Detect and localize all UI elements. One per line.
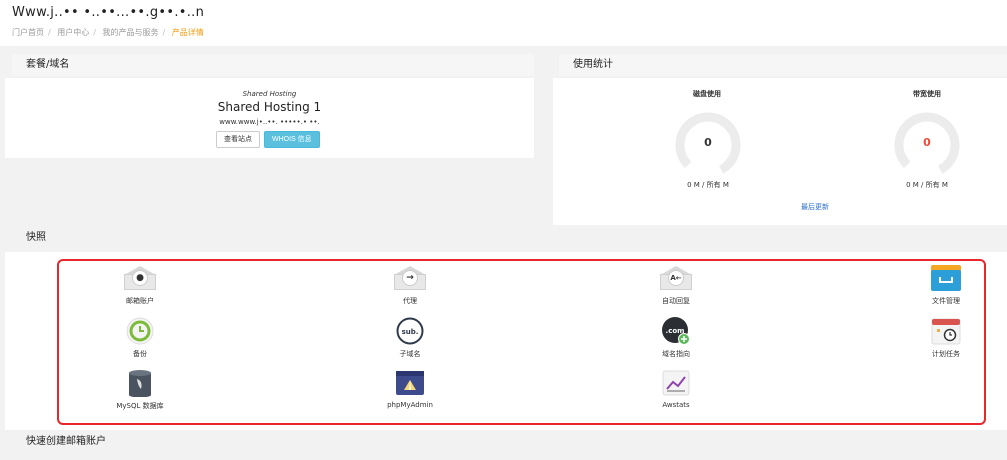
quick-create-heading: 快速创建邮箱账户	[26, 436, 106, 447]
breadcrumb-current: 产品详情	[171, 28, 204, 37]
shortcut-label: 邮箱账户	[126, 297, 154, 305]
shortcut-label: 域名指向	[662, 350, 690, 358]
bandwidth-usage-value: 0	[923, 136, 931, 149]
shortcut-cron-jobs[interactable]: 计划任务	[886, 318, 1006, 359]
shortcut-label: phpMyAdmin	[387, 401, 433, 409]
page-header: Www.j..•• •..••...••.g••.•..n 门户首页 / 用户中心…	[0, 0, 1007, 46]
disk-usage-value: 0	[704, 136, 712, 149]
last-updated-link[interactable]: 最后更新	[801, 202, 829, 212]
breadcrumb-user-center[interactable]: 用户中心	[57, 28, 89, 37]
shortcut-subdomain[interactable]: sub. 子域名	[350, 317, 470, 359]
shortcut-label: 子域名	[399, 350, 421, 358]
shortcut-label: 计划任务	[932, 350, 960, 358]
page-title: Www.j..•• •..••...••.g••.•..n	[12, 5, 205, 20]
backup-icon	[122, 317, 158, 345]
shortcut-label: 文件管理	[932, 297, 960, 305]
shortcut-label: 代理	[403, 297, 417, 305]
shortcut-email-account[interactable]: ● 邮箱账户	[80, 265, 200, 306]
visit-site-button[interactable]: 查看站点	[216, 131, 260, 148]
shortcuts-section-heading: 快照	[26, 232, 46, 243]
shortcut-domain-pointer[interactable]: .com 域名指向	[616, 317, 736, 359]
disk-usage-text: 0 M / 所有 M	[687, 181, 729, 189]
shortcut-label: 自动回复	[662, 297, 690, 305]
shortcut-label: MySQL 数据库	[116, 402, 164, 410]
usage-panel: 磁盘使用 0 0 M / 所有 M 带宽使用 0 0 M / 所有 M 最后更新	[553, 78, 1007, 225]
breadcrumb-my-products[interactable]: 我的产品与服务	[103, 28, 159, 37]
shortcut-autoresponder[interactable]: A← 自动回复	[616, 265, 736, 306]
plan-domain: www.www.j•..••. •••••.• ••.	[219, 118, 320, 126]
whois-button[interactable]: WHOIS 信息	[264, 131, 320, 148]
shortcut-awstats[interactable]: Awstats	[616, 370, 736, 409]
usage-section-heading: 使用统计	[559, 54, 1007, 76]
domain-pointer-icon: .com	[658, 317, 694, 345]
file-manager-icon	[928, 265, 964, 291]
subdomain-icon: sub.	[392, 317, 428, 345]
shortcut-backup[interactable]: 备份	[80, 317, 200, 359]
plan-section-heading: 套餐/域名	[12, 54, 534, 76]
shortcut-file-manager[interactable]: 文件管理	[886, 265, 1006, 306]
mysql-database-icon	[122, 370, 158, 397]
breadcrumb-separator: /	[48, 28, 51, 37]
bandwidth-usage-label: 带宽使用	[913, 90, 941, 98]
breadcrumb-separator: /	[93, 28, 96, 37]
awstats-icon	[658, 370, 694, 396]
forwarder-icon: →	[392, 265, 428, 291]
breadcrumb: 门户首页 / 用户中心 / 我的产品与服务 / 产品详情	[12, 27, 204, 38]
breadcrumb-separator: /	[162, 28, 166, 37]
autoresponder-icon: A←	[658, 265, 694, 291]
plan-type: Shared Hosting	[242, 90, 297, 98]
email-account-icon: ●	[122, 265, 158, 291]
breadcrumb-home[interactable]: 门户首页	[12, 28, 44, 37]
svg-text:sub.: sub.	[402, 328, 419, 336]
shortcut-mysql-database[interactable]: MySQL 数据库	[80, 370, 200, 411]
shortcut-label: Awstats	[662, 401, 690, 409]
shortcut-label: 备份	[133, 350, 147, 358]
disk-usage-label: 磁盘使用	[693, 90, 721, 98]
shortcut-phpmyadmin[interactable]: phpMyAdmin	[350, 370, 470, 409]
plan-name: Shared Hosting 1	[217, 100, 322, 114]
plan-panel: Shared Hosting Shared Hosting 1 www.www.…	[5, 78, 534, 158]
bandwidth-usage-text: 0 M / 所有 M	[906, 181, 948, 189]
phpmyadmin-icon	[392, 370, 428, 396]
cron-jobs-icon	[928, 318, 964, 345]
shortcut-forwarder[interactable]: → 代理	[350, 265, 470, 306]
